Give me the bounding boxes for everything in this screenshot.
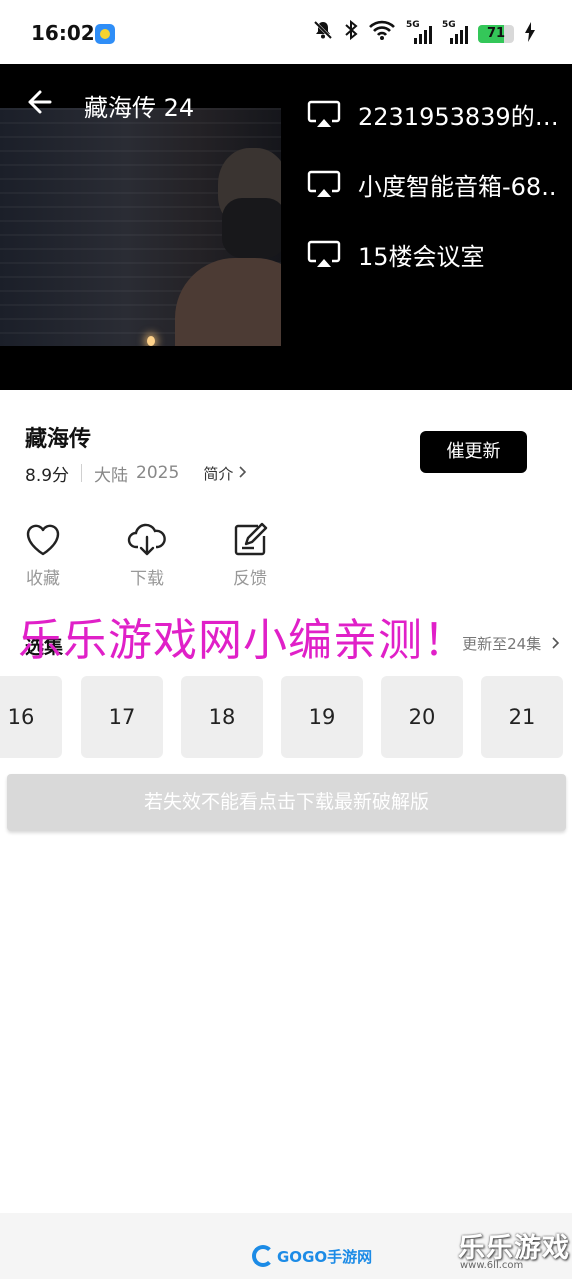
favorite-button[interactable]: 收藏 [13,522,73,589]
charging-bolt-icon [524,21,536,48]
show-score: 8.9分 [25,465,70,486]
episode-tile[interactable]: 21 [481,676,563,758]
video-player[interactable]: 藏海传 24 2231953839的电.. 小度智能音箱-68.. 15楼会议室 [0,64,572,390]
download-button[interactable]: 下载 [117,522,177,589]
cast-screen-icon [306,99,342,129]
download-latest-banner[interactable]: 若失效不能看点击下载最新破解版 [7,774,566,831]
cast-screen-icon [306,239,342,269]
episode-tile[interactable]: 16 [0,676,62,758]
gogo-logo: GOGO手游网 [252,1243,372,1269]
episode-tile[interactable]: 19 [281,676,363,758]
cast-screen-icon [306,169,342,199]
show-meta: 8.9分 大陆 2025 简介 [25,461,247,486]
feedback-button[interactable]: 反馈 [220,522,280,589]
signal-5g-icon: 5G [406,20,432,46]
episodes-update-text: 更新至24集 [462,635,542,653]
gogo-logo-icon [252,1245,274,1267]
cast-device-item[interactable]: 15楼会议室 [300,218,572,288]
cast-device-label: 2231953839的电.. [358,103,570,131]
cast-device-item[interactable]: 2231953839的电.. [300,78,572,148]
show-region: 大陆 [94,465,129,486]
cast-device-label: 15楼会议室 [358,243,485,271]
cloud-download-icon [127,523,166,556]
action-bar: 收藏 下载 反馈 [0,522,300,592]
cast-device-item[interactable]: 小度智能音箱-68.. [300,148,572,218]
status-icons: 5G 5G 71 [312,19,536,50]
battery-indicator: 71 [478,25,514,43]
meta-divider [81,464,83,482]
episode-tile[interactable]: 18 [181,676,263,758]
cast-device-list: 2231953839的电.. 小度智能音箱-68.. 15楼会议室 [300,78,572,288]
action-label: 下载 [130,569,164,589]
action-label: 收藏 [26,569,60,589]
chevron-right-icon[interactable] [239,464,247,482]
feedback-edit-icon [234,522,268,556]
signal-5g-icon: 5G [442,20,468,46]
urge-update-button[interactable]: 催更新 [420,431,527,473]
action-label: 反馈 [233,569,267,589]
battery-level: 71 [486,26,506,41]
corner-brand-watermark: 乐乐游戏 www.6ll.com [458,1226,570,1278]
app-notification-icon [95,24,115,44]
heart-icon [26,524,60,556]
status-bar: 16:02 5G 5G 71 [0,0,572,64]
bluetooth-icon [344,19,358,50]
episode-tile[interactable]: 20 [381,676,463,758]
watermark-text: 乐乐游戏网小编亲测！ [18,615,468,666]
chevron-right-icon [552,637,560,649]
cast-device-label: 小度智能音箱-68.. [358,173,557,201]
corner-brand-url: www.6ll.com [460,1260,524,1271]
episode-title: 藏海传 24 [84,94,195,122]
intro-link[interactable]: 简介 [203,463,233,484]
episode-list: 16 17 18 19 20 21 [0,676,572,758]
gogo-logo-text: GOGO手游网 [277,1247,373,1266]
video-frame[interactable] [0,108,281,346]
back-arrow-icon[interactable] [22,86,54,118]
show-year: 2025 [136,463,180,483]
bell-off-icon [312,19,334,50]
wifi-icon [368,19,396,50]
show-title: 藏海传 [25,427,92,452]
episodes-update-link[interactable]: 更新至24集 [462,633,560,654]
status-time: 16:02 [31,21,95,45]
episode-tile[interactable]: 17 [81,676,163,758]
